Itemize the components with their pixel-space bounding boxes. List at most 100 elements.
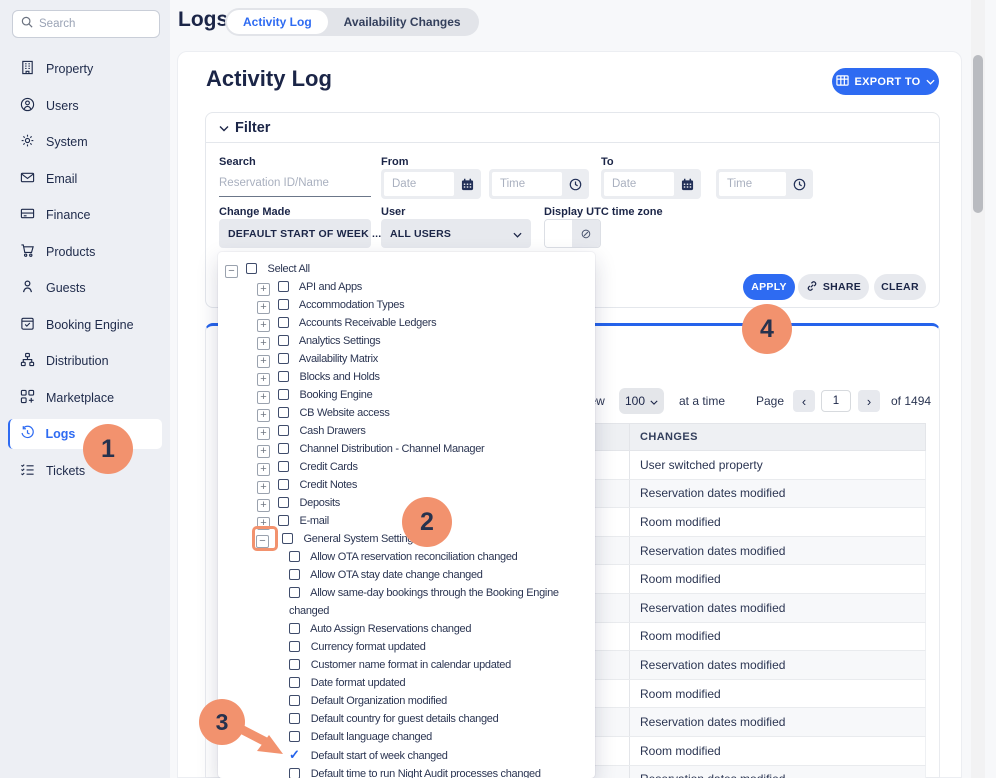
- tree-group-item[interactable]: + Accounts Receivable Ledgers: [218, 314, 595, 332]
- checkbox[interactable]: [278, 461, 289, 472]
- utc-toggle[interactable]: ⊘: [544, 219, 601, 248]
- sidebar-item-email[interactable]: Email: [8, 164, 162, 194]
- checkbox[interactable]: [278, 407, 289, 418]
- sidebar-item-distribution[interactable]: Distribution: [8, 346, 162, 376]
- checkbox[interactable]: [289, 623, 300, 634]
- checkbox[interactable]: [278, 281, 289, 292]
- next-page-button[interactable]: ›: [858, 390, 880, 412]
- expand-plus-icon[interactable]: +: [257, 283, 270, 296]
- expand-plus-icon[interactable]: +: [257, 301, 270, 314]
- prev-page-button[interactable]: ‹: [793, 390, 815, 412]
- expand-plus-icon[interactable]: +: [257, 355, 270, 368]
- expand-plus-icon[interactable]: +: [257, 373, 270, 386]
- checkbox[interactable]: [278, 425, 289, 436]
- sidebar-item-products[interactable]: Products: [8, 237, 162, 267]
- expand-plus-icon[interactable]: +: [257, 481, 270, 494]
- utc-toggle-input[interactable]: [545, 220, 572, 247]
- to-date-field[interactable]: [601, 169, 701, 199]
- checkbox[interactable]: [246, 263, 257, 274]
- checkbox[interactable]: [278, 515, 289, 526]
- sidebar-item-finance[interactable]: Finance: [8, 200, 162, 230]
- checkbox[interactable]: [278, 479, 289, 490]
- collapse-minus-icon[interactable]: −: [256, 535, 269, 548]
- sidebar-item-booking-engine[interactable]: Booking Engine: [8, 310, 162, 340]
- apply-button[interactable]: APPLY: [743, 274, 795, 300]
- checkbox[interactable]: [282, 533, 293, 544]
- checkbox[interactable]: [278, 299, 289, 310]
- checkbox[interactable]: [289, 569, 300, 580]
- expand-plus-icon[interactable]: +: [257, 463, 270, 476]
- from-time-input[interactable]: [492, 172, 562, 196]
- checkbox[interactable]: [289, 677, 300, 688]
- checkbox[interactable]: [289, 587, 300, 598]
- clock-icon[interactable]: [562, 178, 589, 191]
- tree-select-all[interactable]: − Select All: [218, 260, 595, 278]
- filter-search-field[interactable]: [219, 169, 371, 197]
- checkbox[interactable]: [278, 389, 289, 400]
- expand-plus-icon[interactable]: +: [257, 427, 270, 440]
- tree-group-item[interactable]: + Channel Distribution - Channel Manager: [218, 440, 595, 458]
- checkbox[interactable]: [289, 695, 300, 706]
- expand-plus-icon[interactable]: +: [257, 391, 270, 404]
- checkbox[interactable]: [289, 731, 300, 742]
- change-made-select[interactable]: DEFAULT START OF WEEK ...: [219, 219, 371, 248]
- clear-button[interactable]: CLEAR: [874, 274, 926, 300]
- tree-child-item[interactable]: ✓ Allow OTA stay date change changed: [218, 566, 595, 584]
- to-date-input[interactable]: [604, 172, 674, 196]
- tree-child-item[interactable]: ✓ Auto Assign Reservations changed: [218, 620, 595, 638]
- tree-group-item[interactable]: + Cash Drawers: [218, 422, 595, 440]
- from-date-field[interactable]: [381, 169, 481, 199]
- tree-group-item[interactable]: + Credit Cards: [218, 458, 595, 476]
- expand-plus-icon[interactable]: +: [257, 499, 270, 512]
- checkbox[interactable]: [278, 371, 289, 382]
- scrollbar-thumb[interactable]: [973, 55, 983, 213]
- tree-child-item[interactable]: ✓ Allow same-day bookings through the Bo…: [218, 584, 595, 620]
- calendar-icon[interactable]: [674, 178, 701, 191]
- share-button[interactable]: SHARE: [798, 274, 869, 300]
- expand-plus-icon[interactable]: +: [257, 319, 270, 332]
- filter-header[interactable]: Filter: [206, 113, 939, 143]
- calendar-icon[interactable]: [454, 178, 481, 191]
- expand-plus-icon[interactable]: +: [257, 445, 270, 458]
- tree-group-item[interactable]: + Availability Matrix: [218, 350, 595, 368]
- page-number-input[interactable]: [821, 390, 851, 412]
- sidebar-item-guests[interactable]: Guests: [8, 273, 162, 303]
- scrollbar-track[interactable]: [971, 0, 985, 778]
- checkbox[interactable]: [278, 317, 289, 328]
- tree-group-item[interactable]: + Credit Notes: [218, 476, 595, 494]
- export-to-button[interactable]: EXPORT TO: [832, 68, 939, 95]
- sidebar-search[interactable]: [12, 10, 160, 38]
- sidebar-search-input[interactable]: [39, 18, 151, 30]
- from-time-field[interactable]: [489, 169, 589, 199]
- filter-search-input[interactable]: [219, 169, 371, 196]
- tree-group-item[interactable]: + Analytics Settings: [218, 332, 595, 350]
- checkbox[interactable]: [289, 713, 300, 724]
- expand-plus-icon[interactable]: +: [257, 409, 270, 422]
- checkbox[interactable]: [278, 497, 289, 508]
- expand-plus-icon[interactable]: +: [257, 337, 270, 350]
- checkbox[interactable]: [289, 551, 300, 562]
- tree-child-item[interactable]: ✓ Default time to run Night Audit proces…: [218, 765, 595, 778]
- checkbox[interactable]: [289, 768, 300, 778]
- user-select[interactable]: ALL USERS: [381, 219, 531, 248]
- tree-child-item[interactable]: ✓ Customer name format in calendar updat…: [218, 656, 595, 674]
- tree-group-item[interactable]: + Blocks and Holds: [218, 368, 595, 386]
- checkbox[interactable]: [289, 641, 300, 652]
- to-time-input[interactable]: [719, 172, 786, 196]
- tree-child-item[interactable]: ✓ Currency format updated: [218, 638, 595, 656]
- checkbox[interactable]: [278, 335, 289, 346]
- checkbox[interactable]: [278, 443, 289, 454]
- tab-activity-log[interactable]: Activity Log: [227, 10, 328, 34]
- checkbox[interactable]: [278, 353, 289, 364]
- tree-child-item[interactable]: ✓ Date format updated: [218, 674, 595, 692]
- tree-group-item[interactable]: + Booking Engine: [218, 386, 595, 404]
- sidebar-item-users[interactable]: Users: [8, 91, 162, 121]
- sidebar-item-marketplace[interactable]: Marketplace: [8, 383, 162, 413]
- sidebar-item-system[interactable]: System: [8, 127, 162, 157]
- checkbox[interactable]: [289, 659, 300, 670]
- clock-icon[interactable]: [786, 178, 813, 191]
- tree-group-item[interactable]: + Accommodation Types: [218, 296, 595, 314]
- tree-child-item[interactable]: ✓ Default Organization modified: [218, 692, 595, 710]
- sidebar-item-property[interactable]: Property: [8, 54, 162, 84]
- tree-group-item[interactable]: + API and Apps: [218, 278, 595, 296]
